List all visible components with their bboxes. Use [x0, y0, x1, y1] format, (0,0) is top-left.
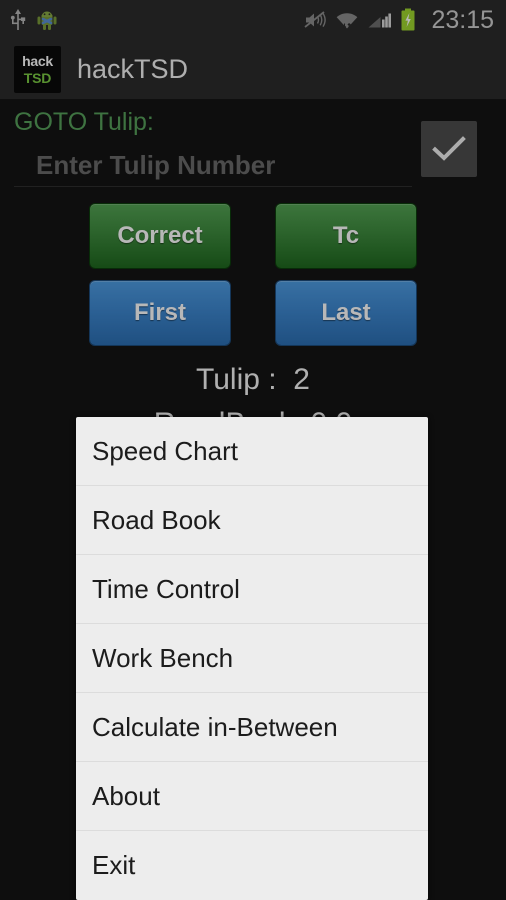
menu-item-road-book[interactable]: Road Book — [76, 486, 428, 555]
action-button-grid: Correct Tc First Last — [0, 204, 506, 358]
battery-charging-icon — [401, 8, 415, 31]
cellular-signal-icon — [368, 13, 392, 28]
status-bar-right-icons: 23:15 — [303, 5, 494, 34]
status-bar: 23:15 — [0, 0, 506, 40]
wifi-icon — [337, 13, 358, 29]
tc-button[interactable]: Tc — [276, 204, 416, 268]
first-button[interactable]: First — [90, 281, 230, 345]
android-debug-icon — [37, 11, 57, 30]
menu-item-about[interactable]: About — [76, 762, 428, 831]
status-bar-clock: 23:15 — [431, 5, 494, 34]
phone-screen: 23:15 hack TSD hackTSD GOTO Tulip: Corre… — [0, 0, 506, 900]
action-button-row-2: First Last — [0, 281, 506, 345]
menu-item-work-bench[interactable]: Work Bench — [76, 624, 428, 693]
action-bar: hack TSD hackTSD — [0, 40, 506, 100]
options-menu-dialog: Speed Chart Road Book Time Control Work … — [76, 417, 428, 900]
ringer-vibrate-off-icon — [304, 11, 327, 28]
tulip-input-container — [14, 144, 412, 187]
goto-tulip-label: GOTO Tulip: — [14, 108, 154, 136]
app-title: hackTSD — [77, 54, 189, 84]
usb-icon — [10, 9, 26, 30]
status-bar-left-icons — [10, 8, 58, 32]
menu-item-calculate-in-between[interactable]: Calculate in-Between — [76, 693, 428, 762]
app-icon-bottom-text: TSD — [23, 70, 52, 86]
menu-item-time-control[interactable]: Time Control — [76, 555, 428, 624]
menu-item-exit[interactable]: Exit — [76, 831, 428, 900]
tulip-readout: Tulip : 2 — [196, 363, 310, 396]
app-icon-top-text: hack — [22, 53, 53, 69]
tulip-number-input[interactable] — [14, 144, 412, 186]
action-button-row-1: Correct Tc — [0, 204, 506, 268]
last-button[interactable]: Last — [276, 281, 416, 345]
app-icon: hack TSD — [14, 46, 61, 93]
check-icon — [432, 136, 466, 161]
menu-item-speed-chart[interactable]: Speed Chart — [76, 417, 428, 486]
goto-confirm-button[interactable] — [421, 121, 477, 177]
correct-button[interactable]: Correct — [90, 204, 230, 268]
